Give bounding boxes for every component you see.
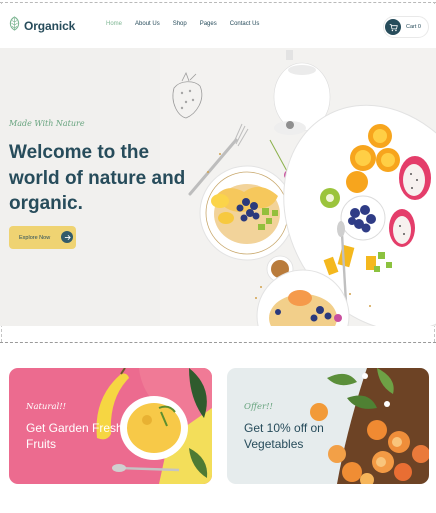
promo-card-fruits[interactable]: Natural!! Get Garden Fresh Fruits — [9, 368, 212, 484]
logo-text: Organick — [24, 19, 76, 33]
site-header: Organick Home About Us Shop Pages Contac… — [0, 4, 436, 48]
promo-fruits-subtitle: Natural!! — [26, 402, 67, 412]
hero-food-illustration — [160, 48, 436, 326]
arrow-right-icon — [61, 231, 73, 243]
nav-contact-us[interactable]: Contact Us — [230, 21, 260, 27]
frame-top-divider — [0, 2, 436, 3]
logo[interactable]: Organick — [8, 16, 75, 36]
main-nav: Home About Us Shop Pages Contact Us — [106, 21, 272, 27]
hero-banner: Made With Nature Welcome to the world of… — [0, 48, 436, 326]
explore-now-button[interactable]: Explore Now — [9, 226, 76, 249]
nav-home[interactable]: Home — [106, 21, 122, 27]
nav-about-us[interactable]: About Us — [135, 21, 160, 27]
cart-text: Cart — [406, 24, 417, 30]
leaf-logo-icon — [8, 16, 21, 36]
nav-shop[interactable]: Shop — [173, 21, 187, 27]
cart-button[interactable]: Cart 0 — [383, 16, 429, 38]
promo-vegetables-title: Get 10% off on Vegetables — [244, 421, 324, 451]
explore-now-label: Explore Now — [19, 234, 51, 241]
cart-label: Cart 0 — [406, 24, 421, 30]
section-divider — [0, 342, 436, 343]
nav-pages[interactable]: Pages — [200, 21, 217, 27]
promo-vegetables-subtitle: Offer!! — [244, 402, 273, 412]
hero-title: Welcome to the world of nature and organ… — [9, 142, 186, 214]
hero-subtitle: Made With Nature — [9, 119, 85, 128]
cart-count: 0 — [417, 24, 421, 30]
promo-fruits-title: Get Garden Fresh Fruits — [26, 421, 123, 451]
cart-icon — [385, 19, 401, 35]
promo-card-vegetables[interactable]: Offer!! Get 10% off on Vegetables — [227, 368, 429, 484]
